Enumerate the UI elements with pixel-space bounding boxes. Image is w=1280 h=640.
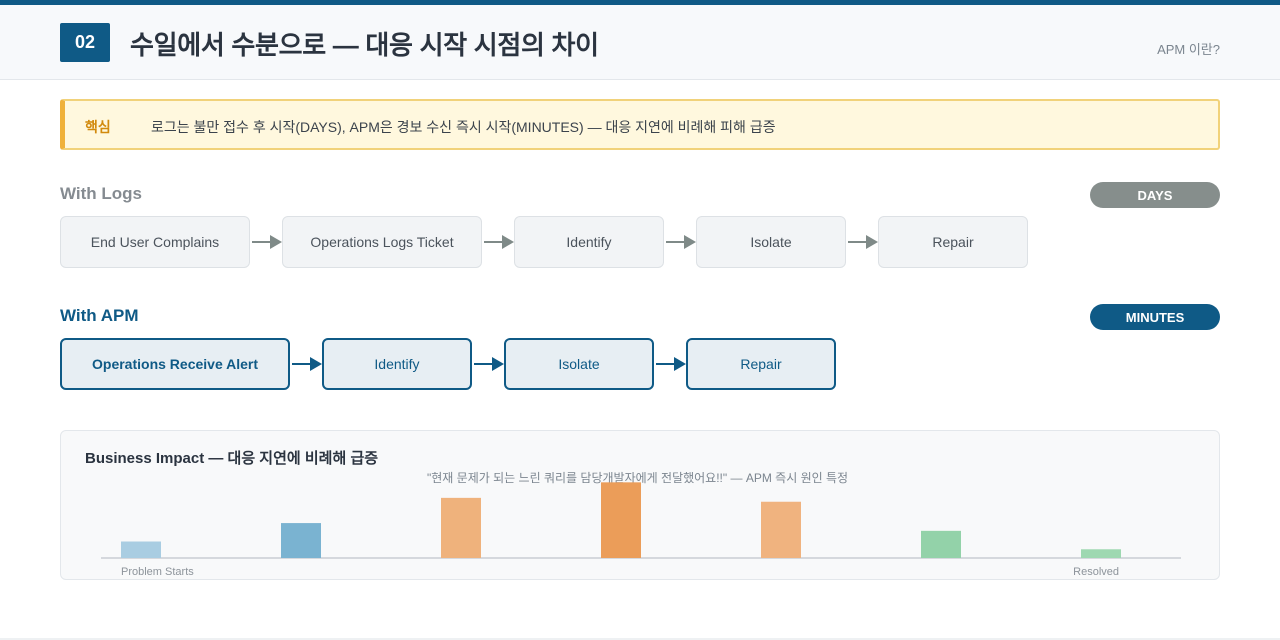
impact-bar <box>441 497 481 558</box>
key-point-callout: 핵심 로그는 불만 접수 후 시작(DAYS), APM은 경보 수신 즉시 시… <box>60 99 1220 150</box>
impact-bar <box>281 523 321 558</box>
minutes-badge: MINUTES <box>1090 304 1220 330</box>
arrow-right-icon <box>666 235 696 249</box>
arrow-right-icon <box>252 235 282 249</box>
business-impact-panel: Business Impact — 대응 지연에 비례해 급증 "현재 문제가 … <box>60 430 1220 580</box>
impact-bar <box>921 530 961 558</box>
what-is-apm-link[interactable]: APM 이란? <box>1157 39 1220 58</box>
apm-step-repair: Repair <box>686 338 836 390</box>
impact-bar <box>761 501 801 558</box>
arrow-right-icon <box>292 357 322 371</box>
impact-bar <box>601 482 641 558</box>
arrow-right-icon <box>484 235 514 249</box>
logs-step-isolate: Isolate <box>696 216 846 268</box>
apm-step-operations-receive-alert: Operations Receive Alert <box>60 338 290 390</box>
days-badge: DAYS <box>1090 182 1220 208</box>
apm-step-identify: Identify <box>322 338 472 390</box>
logs-step-operations-logs-ticket: Operations Logs Ticket <box>282 216 482 268</box>
logs-section-title: With Logs <box>60 184 142 203</box>
apm-section-title: With APM <box>60 306 139 325</box>
axis-start-label: Problem Starts <box>121 566 194 578</box>
impact-bar <box>121 541 161 558</box>
apm-step-isolate: Isolate <box>504 338 654 390</box>
arrow-right-icon <box>848 235 878 249</box>
impact-bar <box>1081 549 1121 558</box>
axis-end-label: Resolved <box>1073 566 1119 578</box>
logs-step-identify: Identify <box>514 216 664 268</box>
logs-step-repair: Repair <box>878 216 1028 268</box>
logs-step-end-user-complains: End User Complains <box>60 216 250 268</box>
callout-label: 핵심 <box>85 119 111 135</box>
callout-text: 로그는 불만 접수 후 시작(DAYS), APM은 경보 수신 즉시 시작(M… <box>151 119 776 135</box>
arrow-right-icon <box>656 357 686 371</box>
arrow-right-icon <box>474 357 504 371</box>
impact-bar-chart <box>101 482 1181 559</box>
page-title: 수일에서 수분으로 — 대응 시작 시점의 차이 <box>130 30 599 60</box>
section-number-badge: 02 <box>60 23 110 62</box>
page-header: 02 수일에서 수분으로 — 대응 시작 시점의 차이 APM 이란? <box>0 5 1280 80</box>
